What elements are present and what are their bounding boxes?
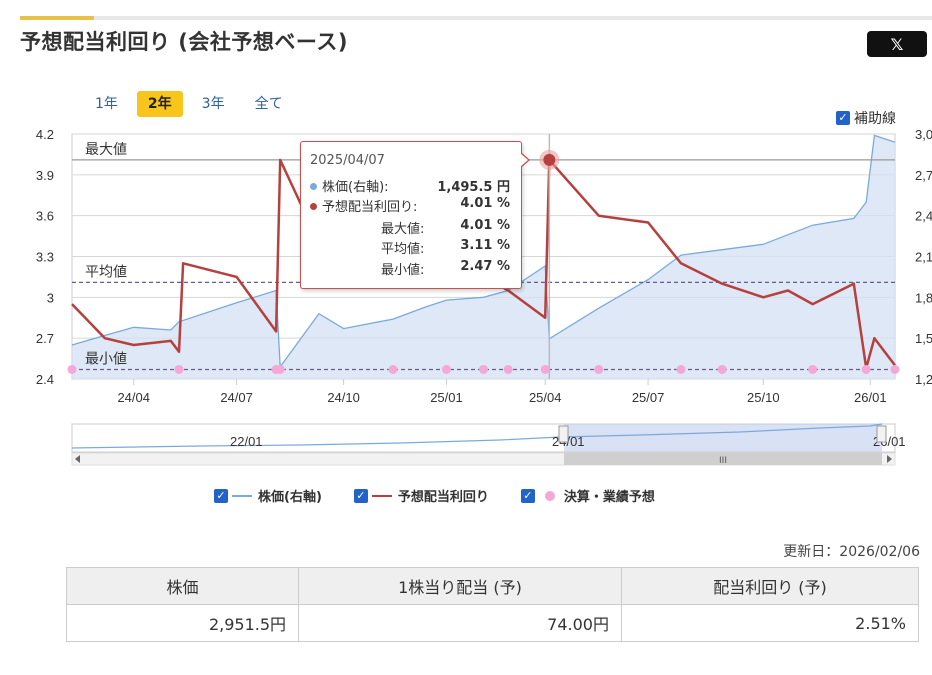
y-right-tick-label: 1,800 xyxy=(915,290,932,305)
tooltip-max-value: 4.01 % xyxy=(460,218,510,233)
tooltip-max-label: 最大値: xyxy=(380,222,425,237)
x-tick-label: 24/10 xyxy=(327,390,360,405)
event-marker xyxy=(503,364,513,374)
tooltip-avg-value: 3.11 % xyxy=(460,238,510,253)
x-tick-label: 25/01 xyxy=(430,390,463,405)
event-marker xyxy=(174,364,184,374)
yield-dot-icon xyxy=(310,203,317,210)
price-dot-icon xyxy=(310,183,317,190)
y-right-tick-label: 1,500 xyxy=(915,331,932,346)
y-left-tick-label: 4.2 xyxy=(36,127,54,142)
summary-header-row: 株価 1株当り配当 (予) 配当利回り (予) xyxy=(65,567,920,605)
x-tick-label: 24/07 xyxy=(220,390,253,405)
event-dot-icon xyxy=(544,490,555,501)
legend-yield-checkbox[interactable]: ✓ xyxy=(353,488,368,503)
legend-events-label: 決算・業績予想 xyxy=(563,490,655,505)
event-marker xyxy=(540,364,550,374)
tooltip-yield-value: 4.01 % xyxy=(460,196,510,211)
tooltip-row-min: 最小値: 2.47 % xyxy=(310,259,510,278)
tooltip-avg-label: 平均値: xyxy=(380,242,425,257)
summary-header-dividend: 1株当り配当 (予) xyxy=(298,567,622,605)
yield-line-icon xyxy=(371,494,392,497)
y-right-tick-label: 2,100 xyxy=(915,250,932,265)
tooltip-row-price: 株価(右軸): 1,495.5 円 xyxy=(310,176,510,195)
chart-tooltip: 2025/04/07 株価(右軸): 1,495.5 円 予想配当利回り: 4.… xyxy=(300,141,530,289)
tooltip-row-max: 最大値: 4.01 % xyxy=(310,218,510,237)
scrollbar-grip: III xyxy=(719,456,727,466)
x-tick-label: 25/10 xyxy=(747,390,780,405)
y-left-tick-label: 3.6 xyxy=(36,209,54,224)
summary-header-yield: 配当利回り (予) xyxy=(620,567,920,605)
ref-label-avg: 平均値 xyxy=(85,263,127,279)
event-marker xyxy=(808,364,818,374)
event-marker xyxy=(275,364,285,374)
x-tick-label: 24/04 xyxy=(117,390,150,405)
event-marker xyxy=(890,364,900,374)
y-left-tick-label: 3.9 xyxy=(36,168,54,183)
legend-yield-label: 予想配当利回り xyxy=(397,490,489,505)
summary-price-value: 2,951.5円 xyxy=(65,604,300,642)
navigator-label: 22/01 xyxy=(230,434,263,449)
y-left-tick-label: 3 xyxy=(47,290,54,305)
y-right-tick-label: 2,700 xyxy=(915,168,932,183)
tooltip-price-label: 株価(右軸): xyxy=(322,180,389,195)
legend-price-checkbox[interactable]: ✓ xyxy=(214,488,228,503)
tooltip-min-label: 最小値: xyxy=(380,263,425,278)
y-left-tick-label: 2.4 xyxy=(36,372,54,387)
summary-value-row: 2,951.5円 74.00円 2.51% xyxy=(65,604,920,642)
ref-label-max: 最大値 xyxy=(85,141,127,157)
event-marker xyxy=(67,364,77,374)
event-marker xyxy=(594,364,604,374)
tooltip-min-value: 2.47 % xyxy=(460,259,510,274)
summary-header-price: 株価 xyxy=(65,567,300,605)
y-left-tick-label: 2.7 xyxy=(36,331,54,346)
price-line-icon xyxy=(232,494,252,497)
tooltip-price-value: 1,495.5 円 xyxy=(437,180,510,195)
tooltip-yield-label: 予想配当利回り: xyxy=(322,200,418,215)
legend-item-price[interactable]: ✓ 株価(右軸) xyxy=(214,486,322,505)
legend-item-events[interactable]: ✓ 決算・業績予想 xyxy=(520,486,655,505)
event-marker xyxy=(717,364,727,374)
legend-item-yield[interactable]: ✓ 予想配当利回り xyxy=(353,486,489,505)
event-marker xyxy=(441,364,451,374)
event-marker xyxy=(676,364,686,374)
event-marker xyxy=(861,364,871,374)
x-tick-label: 26/01 xyxy=(854,390,887,405)
y-right-tick-label: 1,200 xyxy=(915,372,932,387)
summary-yield-value: 2.51% xyxy=(620,604,920,642)
tooltip-row-avg: 平均値: 3.11 % xyxy=(310,238,510,257)
navigator: 22/0124/0126/01III xyxy=(71,423,906,466)
navigator-handle-right xyxy=(876,425,887,443)
x-tick-label: 25/07 xyxy=(632,390,665,405)
y-right-tick-label: 3,000 xyxy=(915,127,932,142)
summary-dividend-value: 74.00円 xyxy=(298,604,622,642)
tooltip-date: 2025/04/07 xyxy=(310,153,385,168)
x-tick-label: 25/04 xyxy=(529,390,562,405)
crosshair-marker xyxy=(543,153,556,166)
navigator-handle-left xyxy=(558,425,569,443)
summary-table: 株価 1株当り配当 (予) 配当利回り (予) 2,951.5円 74.00円 … xyxy=(65,567,920,642)
event-marker xyxy=(479,364,488,374)
legend-price-label: 株価(右軸) xyxy=(258,490,322,505)
chart-legend: ✓ 株価(右軸) ✓ 予想配当利回り ✓ 決算・業績予想 xyxy=(214,486,687,505)
legend-events-checkbox[interactable]: ✓ xyxy=(520,488,535,503)
y-left-tick-label: 3.3 xyxy=(36,250,54,265)
event-marker xyxy=(388,364,398,374)
tooltip-row-yield: 予想配当利回り: 4.01 % xyxy=(310,196,510,215)
ref-label-min: 最小値 xyxy=(85,350,127,366)
navigator-selection xyxy=(564,424,882,452)
y-right-tick-label: 2,400 xyxy=(915,209,932,224)
updated-date: 更新日：2026/02/06 xyxy=(783,544,920,560)
